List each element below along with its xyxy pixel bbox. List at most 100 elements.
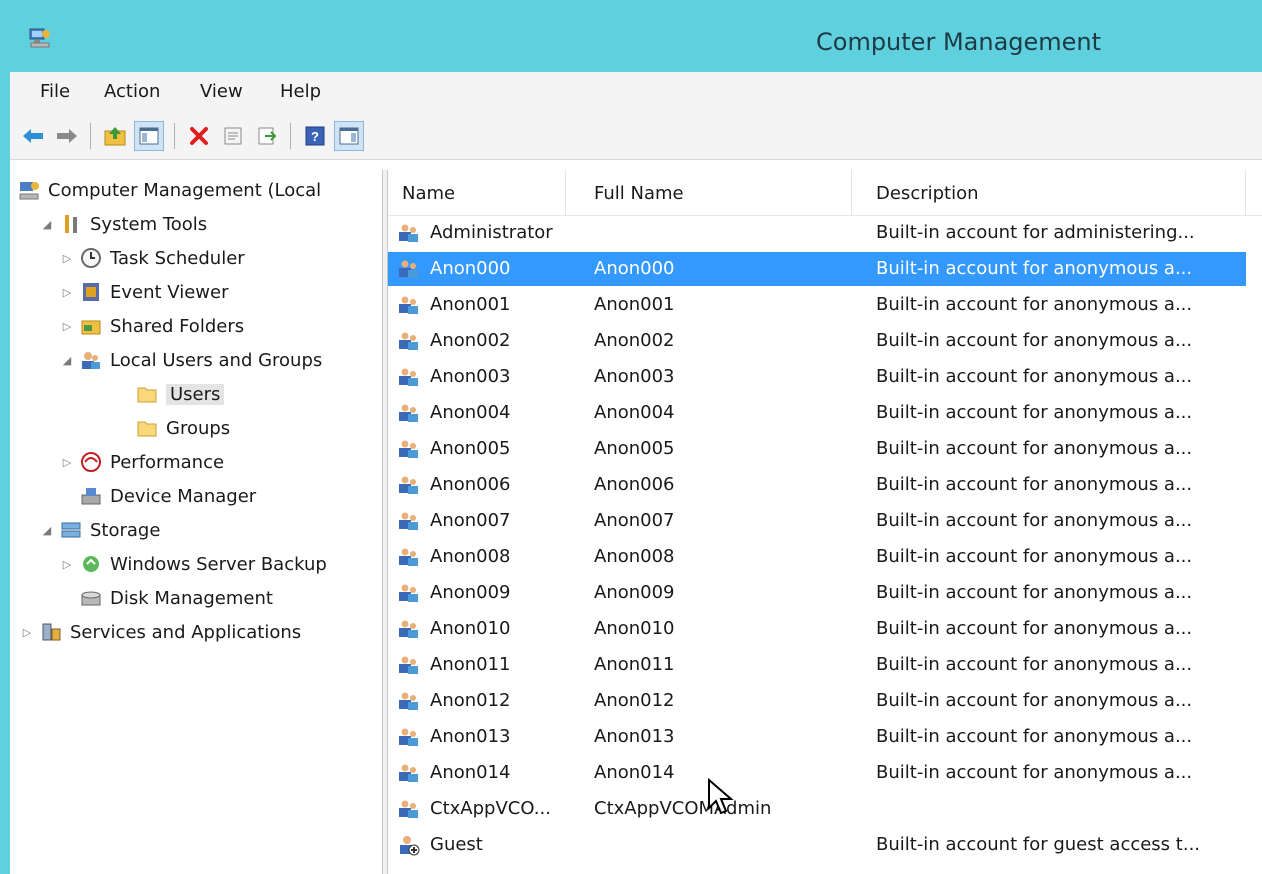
- cell-full-name: [594, 828, 854, 862]
- device-manager-icon: [81, 488, 101, 505]
- tree-item-computer-management[interactable]: Computer Management (Local: [18, 174, 321, 206]
- collapse-arrow-icon[interactable]: ◢: [40, 218, 54, 231]
- tree-item-device-manager[interactable]: Device Manager: [80, 480, 256, 512]
- tree-item-label: Services and Applications: [70, 621, 302, 643]
- back-icon[interactable]: [18, 121, 48, 151]
- tree-item-services-and-applications[interactable]: ▷ Services and Applications: [20, 616, 301, 648]
- user-icon: [399, 764, 418, 782]
- table-row[interactable]: Anon001 Anon001 Built-in account for anony…: [388, 288, 1246, 322]
- table-row[interactable]: Anon000 Anon000 Built-in account for anony…: [388, 252, 1246, 286]
- cell-description: Built-in account for anonymous a...: [876, 618, 1193, 639]
- show-hide-action-pane-icon[interactable]: [334, 121, 364, 151]
- expand-arrow-icon[interactable]: ▷: [20, 626, 34, 639]
- tree-item-label: System Tools: [90, 213, 208, 235]
- menu-file[interactable]: File: [40, 81, 70, 102]
- tree-item-system-tools[interactable]: ◢ System Tools: [40, 208, 207, 240]
- table-row[interactable]: Anon006 Anon006 Built-in account for anony…: [388, 468, 1246, 502]
- table-row[interactable]: Anon012 Anon012 Built-in account for anony…: [388, 684, 1246, 718]
- table-row[interactable]: Administrator Built-in account for admini…: [388, 216, 1246, 250]
- tools-icon: [65, 215, 77, 233]
- cell-name: Anon003: [430, 366, 511, 387]
- expand-arrow-icon[interactable]: ▷: [60, 286, 74, 299]
- table-row[interactable]: Anon004 Anon004 Built-in account for anony…: [388, 396, 1246, 430]
- delete-icon[interactable]: [184, 121, 214, 151]
- cell-description: Built-in account for anonymous a...: [876, 330, 1193, 351]
- cell-full-name: Anon005: [594, 438, 675, 459]
- cell-name: Anon010: [430, 618, 511, 639]
- user-icon: [399, 548, 418, 566]
- expand-arrow-icon[interactable]: ▷: [60, 320, 74, 333]
- collapse-arrow-icon[interactable]: ◢: [40, 524, 54, 537]
- forward-icon[interactable]: [52, 121, 82, 151]
- column-header-description[interactable]: Description: [862, 170, 1246, 216]
- toolbar-separator: [174, 123, 175, 149]
- table-row[interactable]: CtxAppVCO... CtxAppVCOMAdmin: [388, 792, 1246, 826]
- table-row[interactable]: Guest Built-in account for guest access t…: [388, 828, 1246, 862]
- table-row[interactable]: Anon003 Anon003 Built-in account for anony…: [388, 360, 1246, 394]
- cell-description: [876, 792, 1244, 826]
- menu-view[interactable]: View: [200, 81, 243, 102]
- table-row[interactable]: Anon013 Anon013 Built-in account for anony…: [388, 720, 1246, 754]
- menu-action[interactable]: Action: [104, 81, 160, 102]
- services-icon: [42, 623, 61, 641]
- menu-help[interactable]: Help: [280, 81, 321, 102]
- title-bar[interactable]: Computer Management: [0, 0, 1262, 72]
- table-row[interactable]: Anon011 Anon011 Built-in account for anony…: [388, 648, 1246, 682]
- tree-item-event-viewer[interactable]: ▷ Event Viewer: [60, 276, 229, 308]
- column-header-name[interactable]: Name: [388, 170, 566, 216]
- cell-description: Built-in account for anonymous a...: [876, 726, 1193, 747]
- expand-arrow-icon[interactable]: ▷: [60, 252, 74, 265]
- user-icon: [399, 620, 418, 638]
- tree-item-label: Device Manager: [110, 485, 257, 507]
- cell-full-name: Anon008: [594, 546, 675, 567]
- user-icon: [399, 692, 418, 710]
- expand-arrow-icon[interactable]: ▷: [60, 456, 74, 469]
- svg-text:?: ?: [311, 129, 319, 144]
- table-row[interactable]: Anon007 Anon007 Built-in account for anony…: [388, 504, 1246, 538]
- cell-name: Anon005: [430, 438, 511, 459]
- tree-item-shared-folders[interactable]: ▷ Shared Folders: [60, 310, 244, 342]
- table-row[interactable]: Anon014 Anon014 Built-in account for anony…: [388, 756, 1246, 790]
- window-title: Computer Management: [816, 28, 1102, 56]
- cell-full-name: Anon010: [594, 618, 675, 639]
- tree-item-performance[interactable]: ▷ Performance: [60, 446, 224, 478]
- column-header-full-name[interactable]: Full Name: [580, 170, 852, 216]
- cell-description: Built-in account for anonymous a...: [876, 366, 1193, 387]
- table-row[interactable]: Anon009 Anon009 Built-in account for anony…: [388, 576, 1246, 610]
- cell-name: Anon000: [430, 258, 511, 279]
- cell-description: Built-in account for anonymous a...: [876, 690, 1193, 711]
- up-folder-icon[interactable]: [100, 121, 130, 151]
- cell-name: Guest: [430, 834, 483, 855]
- export-list-icon[interactable]: [252, 121, 282, 151]
- show-hide-console-tree-icon[interactable]: [134, 121, 164, 151]
- toolbar-separator: [290, 123, 291, 149]
- cell-name: Administrator: [430, 222, 553, 243]
- tree-item-label: Local Users and Groups: [110, 349, 323, 371]
- collapse-arrow-icon[interactable]: ◢: [60, 354, 74, 367]
- table-row[interactable]: Anon010 Anon010 Built-in account for anony…: [388, 612, 1246, 646]
- cell-full-name: Anon002: [594, 330, 675, 351]
- tree-item-label: Performance: [110, 451, 225, 473]
- user-icon: [399, 332, 418, 350]
- user-icon: [399, 656, 418, 674]
- tree-item-label: Shared Folders: [110, 315, 245, 337]
- table-row[interactable]: Anon002 Anon002 Built-in account for anony…: [388, 324, 1246, 358]
- disk-icon: [81, 591, 101, 606]
- cell-name: Anon013: [430, 726, 511, 747]
- tree-item-windows-server-backup[interactable]: ▷ Windows Server Backup: [60, 548, 327, 580]
- cell-name: Anon002: [430, 330, 511, 351]
- expand-arrow-icon[interactable]: ▷: [60, 558, 74, 571]
- tree-item-disk-management[interactable]: Disk Management: [80, 582, 273, 614]
- tree-item-users[interactable]: Users: [136, 378, 225, 410]
- table-row[interactable]: Anon008 Anon008 Built-in account for anony…: [388, 540, 1246, 574]
- tree-item-groups[interactable]: Groups: [136, 412, 230, 444]
- tree-item-local-users-and-groups[interactable]: ◢ Local Users and Groups: [60, 344, 323, 376]
- tree-item-storage[interactable]: ◢ Storage: [40, 514, 161, 546]
- tree-item-task-scheduler[interactable]: ▷ Task Scheduler: [60, 242, 245, 274]
- user-icon: [399, 260, 418, 278]
- help-icon[interactable]: ?: [300, 121, 330, 151]
- cell-name: Anon012: [430, 690, 511, 711]
- table-row[interactable]: Anon005 Anon005 Built-in account for anony…: [388, 432, 1246, 466]
- properties-icon[interactable]: [218, 121, 248, 151]
- mouse-cursor-icon: [708, 778, 733, 815]
